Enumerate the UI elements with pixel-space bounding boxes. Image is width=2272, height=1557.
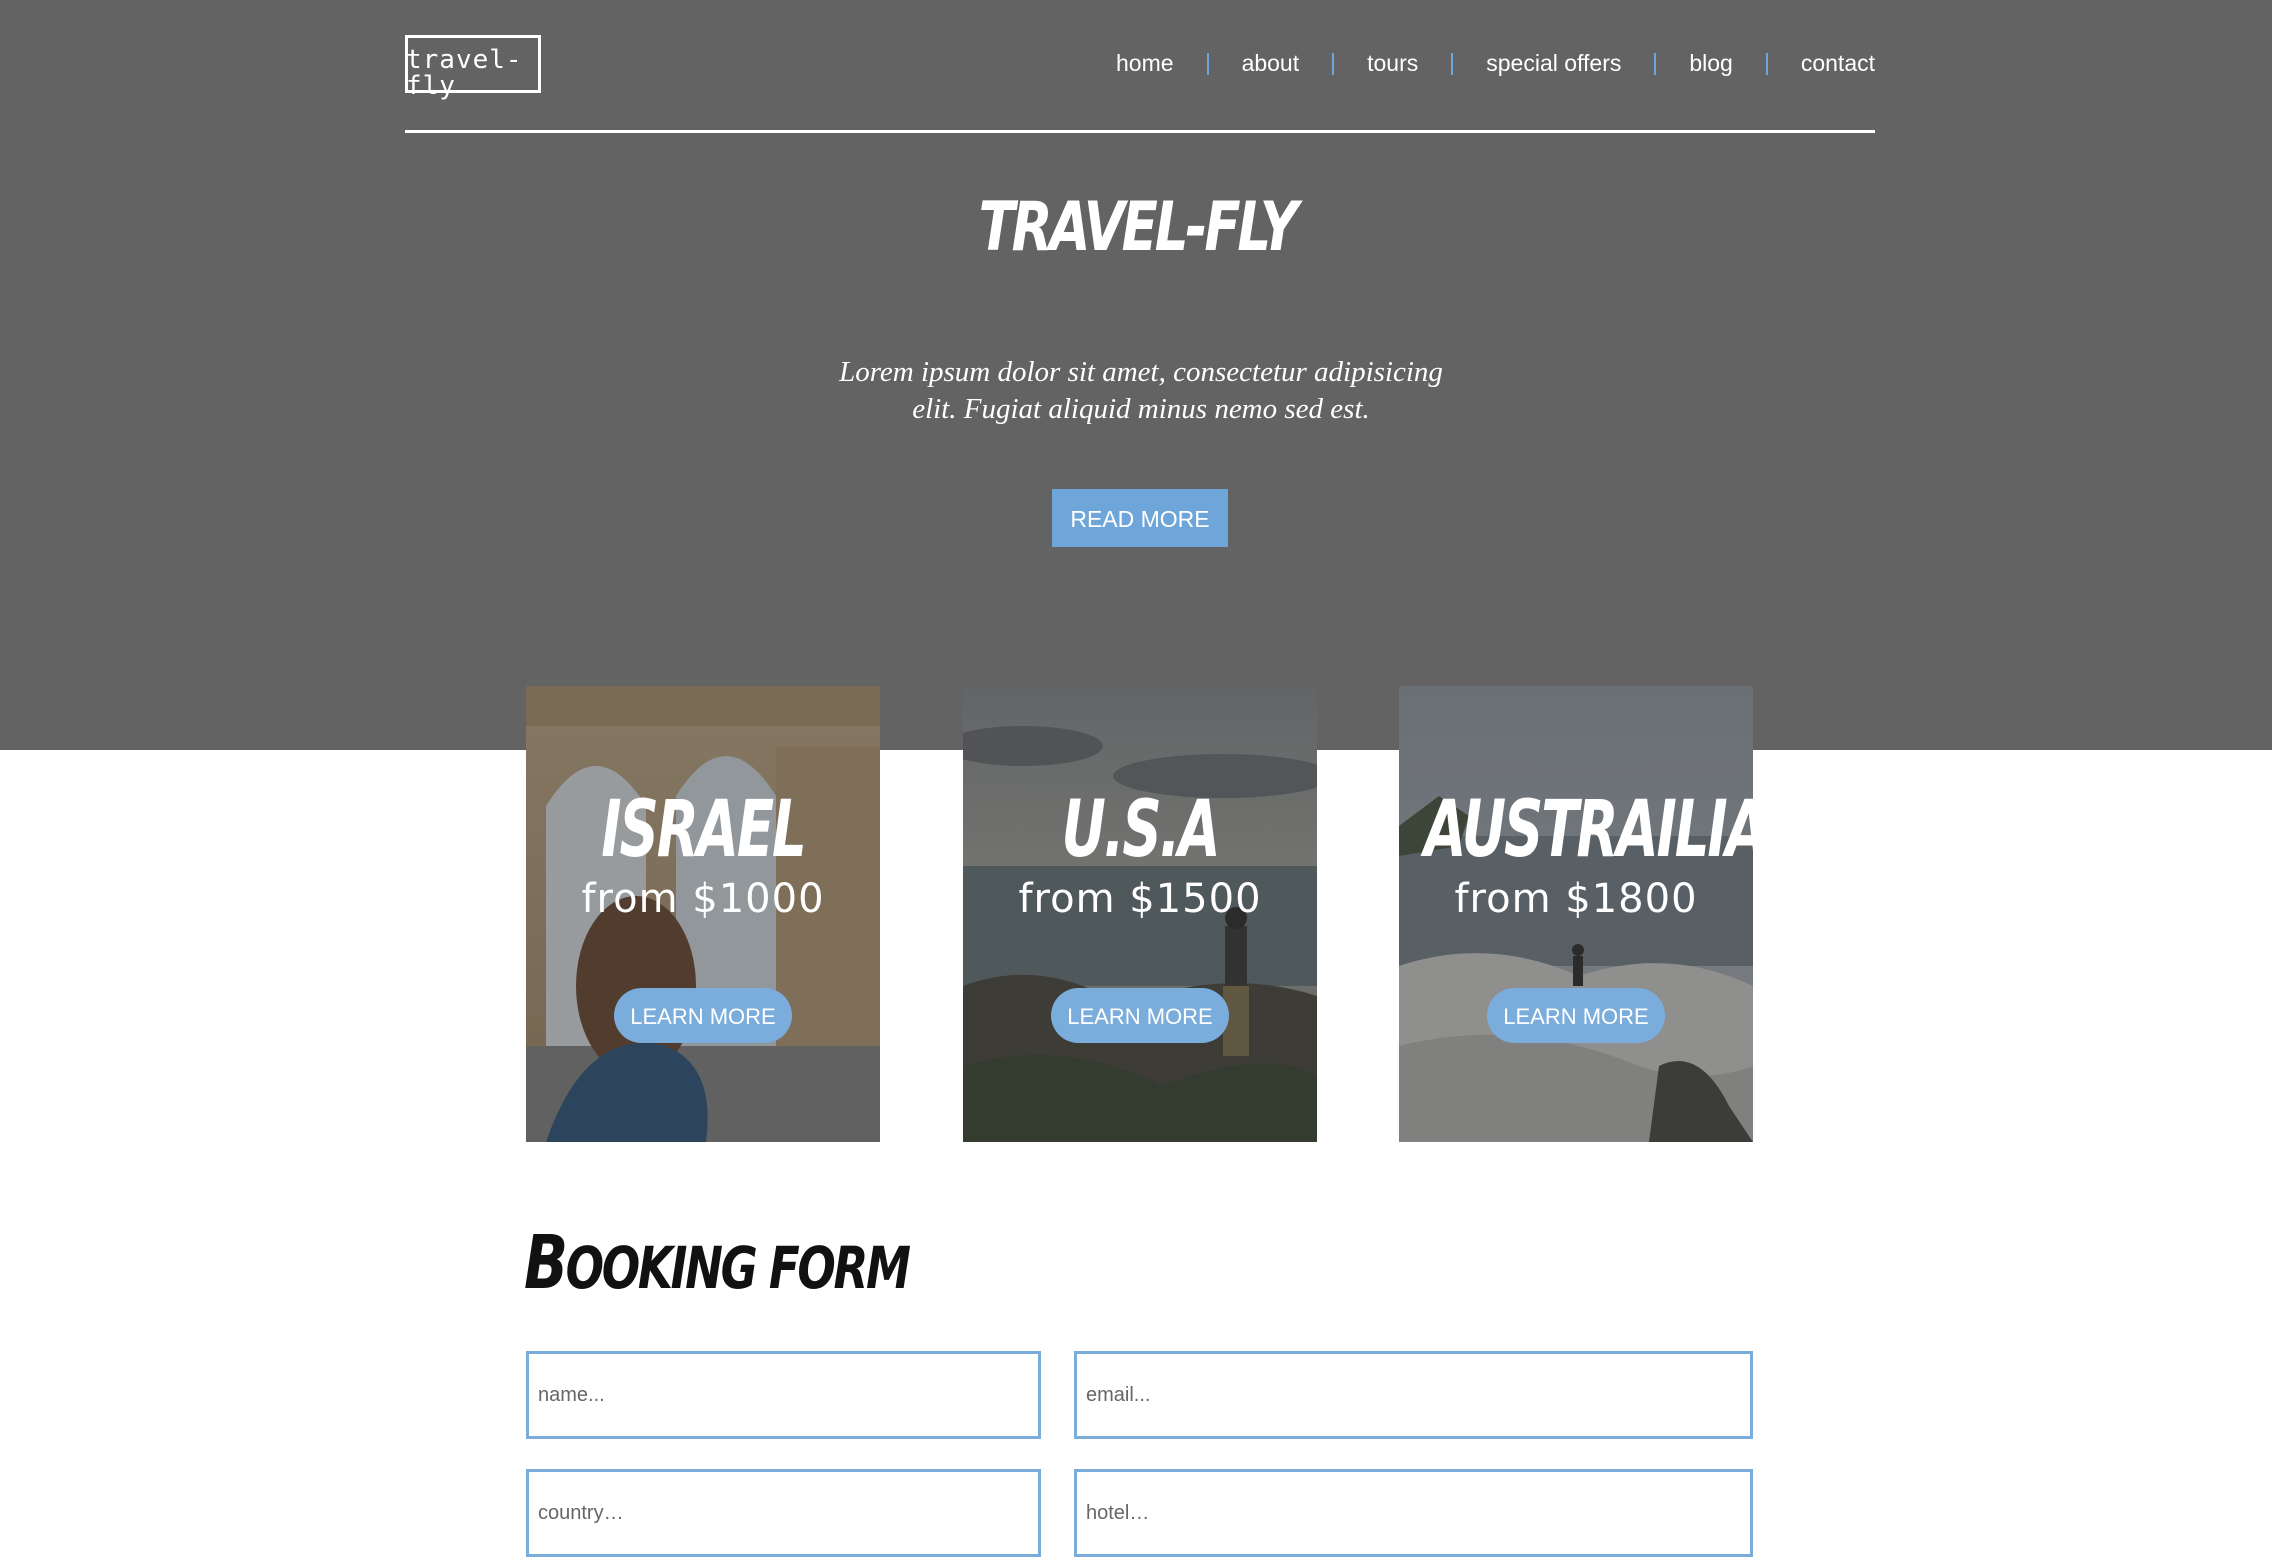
learn-more-button[interactable]: LEARN MORE bbox=[614, 988, 792, 1043]
hero-title: TRAVEL-FLY bbox=[978, 188, 1299, 267]
card-country: AUSTRAILIA bbox=[1424, 785, 1753, 875]
nav-about[interactable]: about bbox=[1242, 50, 1300, 77]
booking-form-title: BOOKING FORM bbox=[524, 1226, 911, 1302]
nav-separator bbox=[1765, 52, 1768, 75]
header-divider bbox=[405, 130, 1875, 133]
nav-blog[interactable]: blog bbox=[1689, 50, 1732, 77]
nav-separator bbox=[1332, 52, 1335, 75]
tour-card-israel[interactable]: ISRAEL from $1000 LEARN MORE bbox=[526, 686, 880, 1142]
tour-card-australia[interactable]: AUSTRAILIA from $1800 LEARN MORE bbox=[1399, 686, 1753, 1142]
logo-text: travel-fly bbox=[406, 45, 523, 101]
hotel-field[interactable] bbox=[1074, 1469, 1753, 1557]
card-country: U.S.A bbox=[1061, 785, 1221, 875]
logo[interactable]: travel-fly bbox=[405, 35, 541, 99]
booking-title-rest: OOKING FORM bbox=[565, 1234, 911, 1302]
read-more-button[interactable]: READ MORE bbox=[1052, 489, 1228, 547]
nav-separator bbox=[1654, 52, 1657, 75]
nav-tours[interactable]: tours bbox=[1367, 50, 1418, 77]
tour-card-usa[interactable]: U.S.A from $1500 LEARN MORE bbox=[963, 686, 1317, 1142]
name-field[interactable] bbox=[526, 1351, 1041, 1439]
nav-home[interactable]: home bbox=[1116, 50, 1174, 77]
booking-title-initial: B bbox=[524, 1220, 568, 1306]
learn-more-button[interactable]: LEARN MORE bbox=[1051, 988, 1229, 1043]
card-price: from $1000 bbox=[581, 876, 825, 922]
learn-more-button[interactable]: LEARN MORE bbox=[1487, 988, 1665, 1043]
country-field[interactable] bbox=[526, 1469, 1041, 1557]
nav-special-offers[interactable]: special offers bbox=[1486, 50, 1621, 77]
card-price: from $1500 bbox=[1018, 876, 1262, 922]
card-price: from $1800 bbox=[1454, 876, 1698, 922]
card-country: ISRAEL bbox=[601, 785, 807, 875]
main-nav: home about tours special offers blog con… bbox=[1116, 50, 1875, 77]
hero-text: Lorem ipsum dolor sit amet, consectetur … bbox=[839, 356, 1443, 425]
email-field[interactable] bbox=[1074, 1351, 1753, 1439]
nav-separator bbox=[1451, 52, 1454, 75]
nav-separator bbox=[1206, 52, 1209, 75]
nav-contact[interactable]: contact bbox=[1801, 50, 1875, 77]
